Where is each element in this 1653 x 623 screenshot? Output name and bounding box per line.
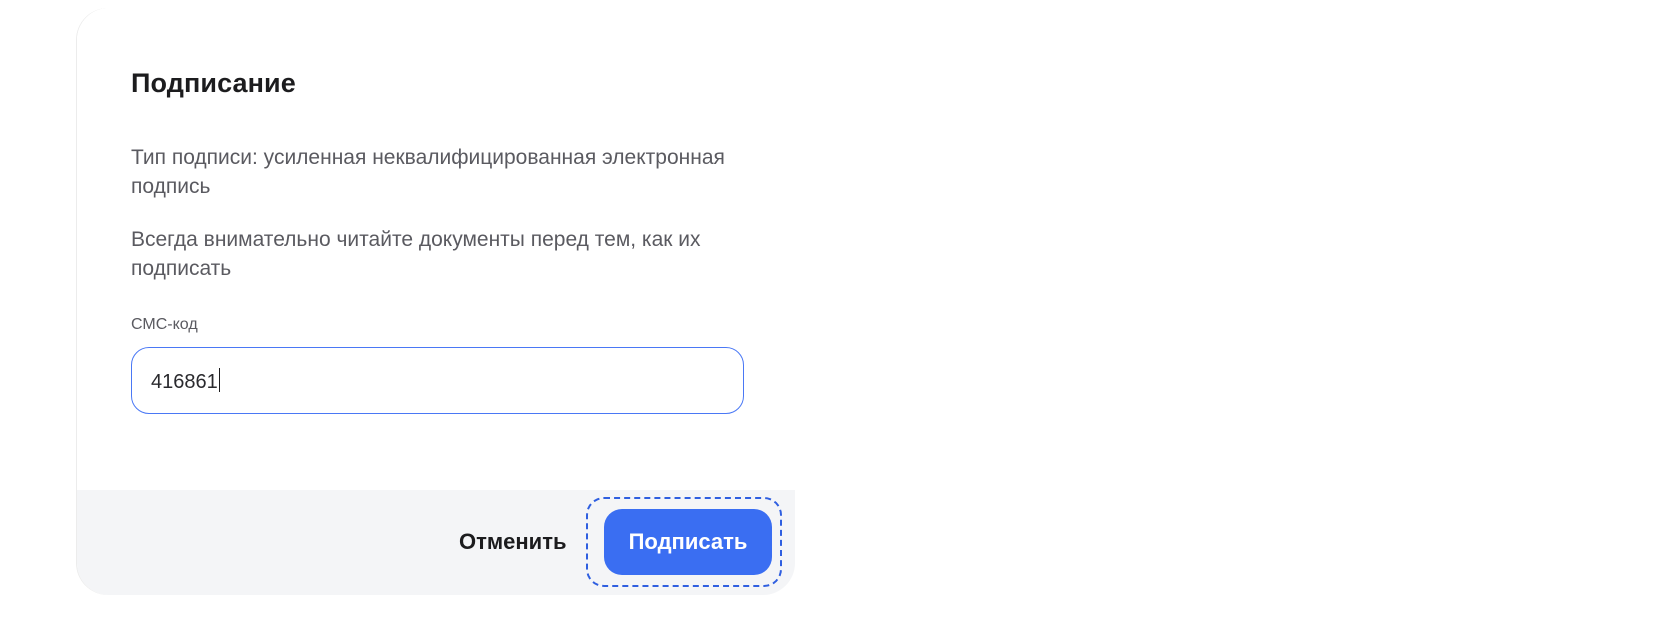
cancel-button[interactable]: Отменить <box>445 518 581 566</box>
sign-button[interactable]: Подписать <box>604 509 772 575</box>
signing-dialog: Подписание Тип подписи: усиленная неквал… <box>77 8 795 595</box>
sms-code-label: СМС-код <box>131 316 198 333</box>
text-caret <box>218 368 221 392</box>
warning-text: Всегда внимательно читайте документы пер… <box>131 228 701 280</box>
dialog-body: Подписание Тип подписи: усиленная неквал… <box>77 8 795 490</box>
dialog-title: Подписание <box>131 68 296 98</box>
signature-type-text: Тип подписи: усиленная неквалифицированн… <box>131 146 725 198</box>
sms-code-input[interactable]: 416861 <box>131 347 744 414</box>
sms-code-value: 416861 <box>151 368 221 394</box>
dialog-footer: Отменить Подписать <box>77 490 795 595</box>
sms-code-text: 416861 <box>151 371 218 393</box>
